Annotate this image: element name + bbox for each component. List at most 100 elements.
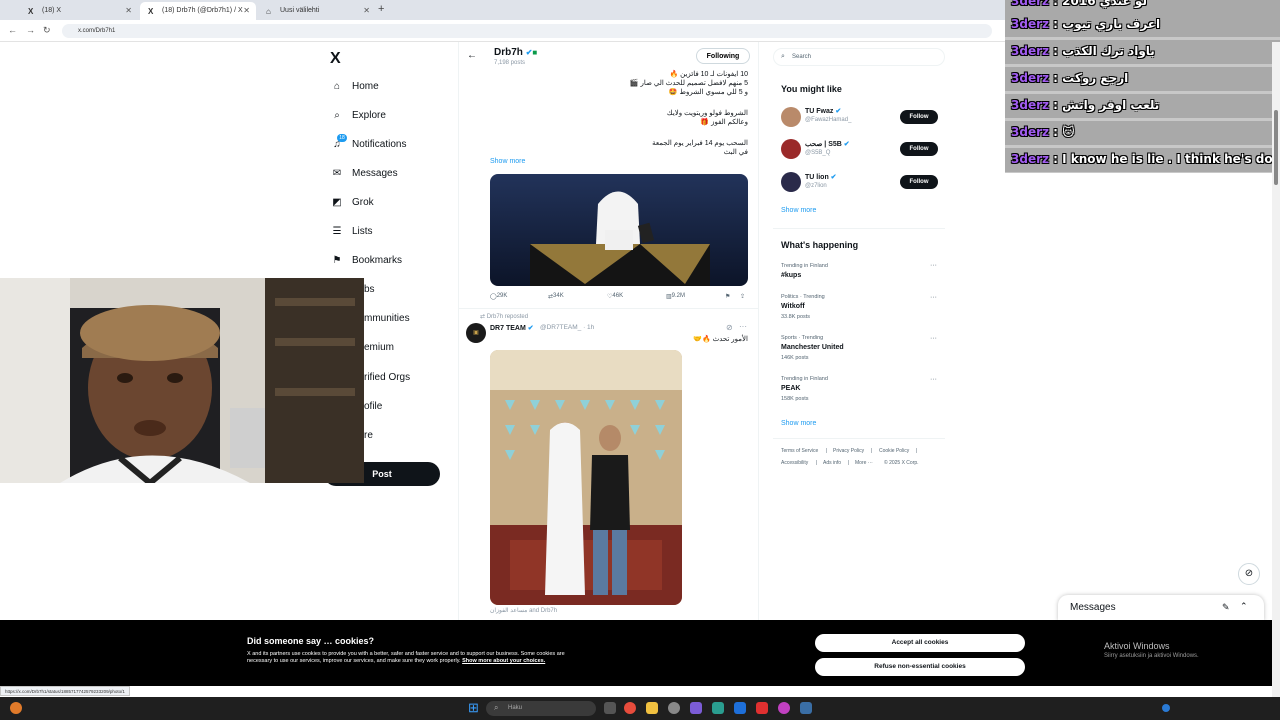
- settings-icon[interactable]: [668, 702, 680, 714]
- scrollbar-thumb[interactable]: [1274, 110, 1278, 185]
- new-tab-button[interactable]: +: [378, 3, 384, 15]
- nav-item-explore[interactable]: ⌕ Explore: [330, 110, 386, 126]
- tab-title: (18) Drb7h (@Drb7h1) / X: [162, 7, 243, 14]
- repost-button[interactable]: ⇄ 34K: [548, 293, 564, 300]
- nav-item-jobs[interactable]: bs: [364, 284, 375, 300]
- app-icon[interactable]: [778, 702, 790, 714]
- column-divider: [458, 42, 459, 620]
- x-logo-icon[interactable]: X: [330, 50, 341, 68]
- task-view-icon[interactable]: [604, 702, 616, 714]
- nav-item-more[interactable]: re: [364, 430, 373, 446]
- nav-item-profile[interactable]: ofile: [364, 401, 382, 417]
- avatar[interactable]: [781, 139, 801, 159]
- footer-more-link[interactable]: More ···: [855, 460, 873, 466]
- chat-message: 3derz : لو عندي 2016: [1005, 0, 1280, 14]
- avatar[interactable]: ▣: [466, 323, 486, 343]
- browser-tab-2[interactable]: X (18) Drb7h (@Drb7h1) / X ✕: [140, 2, 256, 20]
- compose-message-icon[interactable]: ✎: [1222, 602, 1230, 613]
- avatar[interactable]: [781, 107, 801, 127]
- reload-icon[interactable]: ↻: [43, 25, 51, 36]
- nav-item-notifications[interactable]: ♫ 18 Notifications: [330, 134, 406, 155]
- nav-item-messages[interactable]: ✉ Messages: [330, 168, 398, 184]
- suggestion-name[interactable]: صحب | S5B ✔: [805, 140, 850, 148]
- app-icon[interactable]: [690, 702, 702, 714]
- follow-button[interactable]: Follow: [900, 142, 938, 156]
- weather-icon[interactable]: [10, 702, 22, 714]
- file-explorer-icon[interactable]: [646, 702, 658, 714]
- tweet-author[interactable]: DR7 TEAM ✔: [490, 324, 534, 332]
- app-icon[interactable]: [800, 702, 812, 714]
- more-options-icon[interactable]: ···: [930, 376, 937, 383]
- close-icon[interactable]: ✕: [243, 6, 250, 15]
- suggestion-name[interactable]: TU lion ✔: [805, 173, 837, 181]
- refuse-cookies-button[interactable]: Refuse non-essential cookies: [815, 658, 1025, 676]
- x-favicon-icon: X: [28, 7, 34, 16]
- windows-start-icon[interactable]: ⊞: [468, 700, 479, 716]
- messages-dock[interactable]: Messages ✎ ⌃: [1058, 595, 1264, 621]
- views-button[interactable]: ▥ 9.2M: [666, 293, 685, 300]
- show-more-link[interactable]: Show more: [490, 158, 525, 165]
- suggestion-handle: @z7lion: [805, 183, 827, 189]
- footer-separator: |: [916, 448, 918, 454]
- nav-item-communities[interactable]: mmunities: [364, 313, 410, 329]
- nav-item-home[interactable]: ⌂ Home: [330, 81, 379, 97]
- footer-link[interactable]: Terms of Service: [781, 448, 818, 454]
- footer-link[interactable]: Accessibility: [781, 460, 808, 466]
- chat-message: 3derz : 🐱: [1005, 121, 1280, 145]
- follow-button[interactable]: Follow: [900, 175, 938, 189]
- grok-icon[interactable]: ⊘: [726, 323, 733, 332]
- browser-tab-1[interactable]: X (18) X ✕: [20, 2, 138, 20]
- nav-item-verified-orgs[interactable]: rified Orgs: [364, 372, 410, 388]
- grok-floating-icon[interactable]: ⊘: [1238, 563, 1260, 585]
- footer-link[interactable]: Privacy Policy: [833, 448, 864, 454]
- chevron-up-icon[interactable]: ⌃: [1240, 601, 1248, 612]
- more-options-icon[interactable]: ···: [739, 322, 747, 331]
- tweet-image[interactable]: [490, 174, 748, 286]
- following-button[interactable]: Following: [696, 48, 750, 64]
- like-button[interactable]: ♡ 46K: [607, 293, 623, 300]
- grok-icon: ◩: [332, 197, 342, 208]
- close-icon[interactable]: ✕: [363, 6, 370, 15]
- tweet-text-line: 10 ايفونات لـ 10 فائزين 🔥: [669, 71, 748, 78]
- chrome-icon[interactable]: [624, 702, 636, 714]
- youtube-icon[interactable]: [756, 702, 768, 714]
- back-arrow-icon[interactable]: ←: [467, 50, 477, 61]
- accept-cookies-button[interactable]: Accept all cookies: [815, 634, 1025, 652]
- more-options-icon[interactable]: ···: [930, 262, 937, 269]
- forward-arrow-icon[interactable]: →: [26, 25, 35, 35]
- close-icon[interactable]: ✕: [125, 6, 132, 15]
- reply-button[interactable]: ◯ 29K: [490, 293, 507, 300]
- nav-label: Messages: [352, 168, 398, 179]
- avatar[interactable]: [781, 172, 801, 192]
- tweet-photo[interactable]: [490, 350, 682, 605]
- bookmark-icon[interactable]: ⚑: [725, 293, 730, 300]
- follow-button[interactable]: Follow: [900, 110, 938, 124]
- nav-item-premium[interactable]: emium: [364, 342, 394, 358]
- footer-link[interactable]: Ads info: [823, 460, 841, 466]
- more-options-icon[interactable]: ···: [930, 294, 937, 301]
- nav-item-bookmarks[interactable]: ⚑ Bookmarks: [330, 255, 403, 271]
- chat-message: 3derz : ارجع روكت: [1005, 67, 1280, 91]
- url-field[interactable]: x.com/Drb7h1: [62, 24, 992, 38]
- app-icon[interactable]: [734, 702, 746, 714]
- webcam-overlay: [0, 278, 364, 483]
- share-icon[interactable]: ⇪: [740, 293, 745, 300]
- trend-title: Witkoff: [781, 303, 805, 310]
- search-input[interactable]: ⌕ Search: [773, 48, 945, 66]
- suggestion-name[interactable]: TU Fwaz ✔: [805, 107, 841, 115]
- back-arrow-icon[interactable]: ←: [8, 25, 17, 35]
- footer-link[interactable]: Cookie Policy: [879, 448, 909, 454]
- nav-item-grok[interactable]: ◩ Grok: [330, 197, 373, 213]
- taskbar-search-input[interactable]: ⌕ Haku: [486, 701, 596, 716]
- tray-icon[interactable]: [1162, 704, 1170, 712]
- cookie-choices-link[interactable]: Show more about your choices.: [462, 658, 545, 664]
- section-divider: [773, 438, 945, 439]
- browser-tab-3[interactable]: ⌂ Uusi välilehti ✕: [258, 2, 376, 20]
- show-more-link[interactable]: Show more: [781, 207, 816, 214]
- nav-item-lists[interactable]: ☰ Lists: [330, 226, 373, 242]
- tweet-text: الأمور تحدث 🔥🤝: [693, 336, 748, 343]
- app-icon[interactable]: [712, 702, 724, 714]
- windows-activation-subtitle: Siirry asetuksiin ja aktivoi Windows.: [1104, 653, 1199, 659]
- more-options-icon[interactable]: ···: [930, 335, 937, 342]
- show-more-link[interactable]: Show more: [781, 420, 816, 427]
